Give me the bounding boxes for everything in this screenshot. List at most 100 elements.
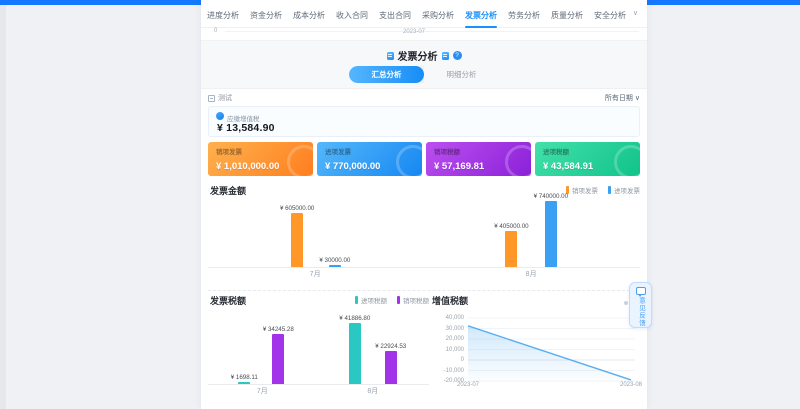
category-label: 7月 [310, 268, 321, 280]
vat-payable-value: ¥ 13,584.90 [217, 122, 275, 134]
bar-rect[interactable] [349, 323, 361, 385]
x-tick-label-2023-07: 2023-07 [453, 382, 483, 388]
y-tick-label: -10,000 [444, 368, 464, 374]
stat-card-2[interactable]: 进项发票 ¥ 770,000.00 [317, 142, 422, 176]
nav-tab-1[interactable]: 进度分析 [207, 10, 239, 21]
bar-rect[interactable] [545, 201, 557, 268]
invoice-tax-legend: 进项税额 销项税额 [355, 295, 429, 305]
bar-销项税额-7月: ¥ 34245.28 [263, 326, 294, 385]
bar-group-7月: ¥ 1698.11 ¥ 34245.28 7月 [231, 326, 294, 397]
bars-8月: ¥ 405000.00 ¥ 740000.00 [494, 193, 568, 268]
vat-amount-chart: 40,00030,00020,00010,0000-10,000-20,000 … [432, 310, 642, 392]
y-tick-label: 10,000 [446, 347, 464, 353]
previous-chart-fragment: 0 2023-07 [201, 28, 647, 41]
stat-card-1[interactable]: 销项发票 ¥ 1,010,000.00 [208, 142, 313, 176]
content-panel: 进度分析资金分析成本分析收入合同支出合同采购分析发票分析劳务分析质量分析安全分析… [201, 0, 647, 409]
bars-8月: ¥ 41886.80 ¥ 22924.53 [339, 315, 406, 385]
category-label: 7月 [257, 385, 268, 397]
bar-value-label: ¥ 34245.28 [263, 326, 294, 333]
fragment-x-tick: 2023-07 [397, 29, 431, 35]
date-filter-label: 所有日期 [605, 93, 633, 103]
nav-tab-8[interactable]: 劳务分析 [508, 10, 540, 21]
bar-进项税额-8月: ¥ 41886.80 [339, 315, 370, 385]
stat-card-3[interactable]: 销项税额 ¥ 57,169.81 [426, 142, 531, 176]
help-icon[interactable]: ? [453, 51, 462, 60]
toggle-option-1[interactable]: 汇总分析 [349, 66, 424, 83]
left-edge-strip [0, 5, 6, 409]
nav-tab-2[interactable]: 资金分析 [250, 10, 282, 21]
fragment-y-tick: 0 [214, 28, 217, 34]
nav-tab-9[interactable]: 质量分析 [551, 10, 583, 21]
vat-line-svg [466, 310, 640, 392]
invoice-amount-chart: ¥ 605000.00 ¥ 30000.00 7月 ¥ 405000.00 ¥ 7400… [208, 190, 640, 280]
bar-value-label: ¥ 30000.00 [319, 257, 350, 264]
bar-value-label: ¥ 405000.00 [494, 223, 528, 230]
bar-rect[interactable] [238, 382, 250, 385]
bar-value-label: ¥ 740000.00 [534, 193, 568, 200]
x-tick-label-2023-08: 2023-08 [616, 382, 646, 388]
nav-tab-7[interactable]: 发票分析 [465, 10, 497, 21]
bar-rect[interactable] [291, 213, 303, 268]
nav-tab-6[interactable]: 采购分析 [422, 10, 454, 21]
bars-7月: ¥ 605000.00 ¥ 30000.00 [280, 205, 350, 268]
bar-rect[interactable] [329, 265, 341, 268]
bar-rect[interactable] [272, 334, 284, 385]
nav-tab-4[interactable]: 收入合同 [336, 10, 368, 21]
bar-group-7月: ¥ 605000.00 ¥ 30000.00 7月 [280, 205, 350, 280]
bar-rect[interactable] [385, 351, 397, 385]
stat-card-label: 进项税额 [543, 146, 569, 156]
stat-card-label: 进项发票 [325, 146, 351, 156]
bar-rect[interactable] [505, 231, 517, 268]
bar-group-8月: ¥ 405000.00 ¥ 740000.00 8月 [494, 193, 568, 280]
stat-card-label: 销项税额 [434, 146, 460, 156]
stat-card-value: ¥ 57,169.81 [434, 161, 484, 172]
stat-cards-row: 销项发票 ¥ 1,010,000.00 进项发票 ¥ 770,000.00 销项税额 ¥ … [208, 142, 640, 176]
project-selector[interactable]: 测试 [208, 93, 232, 103]
legend-item-销项税额[interactable]: 销项税额 [397, 295, 429, 305]
bar-进项发票-7月: ¥ 30000.00 [319, 257, 350, 268]
legend-label: 销项税额 [403, 295, 429, 305]
nav-tab-5[interactable]: 支出合同 [379, 10, 411, 21]
stat-card-value: ¥ 770,000.00 [325, 161, 380, 172]
bar-value-label: ¥ 22924.53 [375, 343, 406, 350]
page-title-row: 发票分析 ? [201, 48, 647, 63]
chevron-down-icon: ∨ [635, 94, 640, 102]
bar-进项税额-7月: ¥ 1698.11 [231, 374, 258, 385]
nav-collapse-icon[interactable]: ∨ [633, 9, 638, 17]
stat-card-4[interactable]: 进项税额¥ 43,584.91 [535, 142, 640, 176]
nav-tab-10[interactable]: 安全分析 [594, 10, 626, 21]
feedback-label: 意见反馈 [636, 297, 646, 327]
y-tick-label: 40,000 [446, 315, 464, 321]
feedback-chat-icon [636, 287, 646, 295]
vat-dot-icon [216, 112, 224, 120]
bar-group-8月: ¥ 41886.80 ¥ 22924.53 8月 [339, 315, 406, 397]
invoice-decor-icon-left [387, 52, 394, 60]
bar-销项发票-7月: ¥ 605000.00 [280, 205, 314, 268]
project-label: 测试 [218, 93, 232, 103]
invoice-tax-title: 发票税额 [210, 294, 246, 307]
category-label: 8月 [367, 385, 378, 397]
y-tick-label: 20,000 [446, 336, 464, 342]
page-title: 发票分析 [398, 48, 438, 63]
feedback-widget[interactable]: 意见反馈 [629, 282, 652, 328]
legend-swatch [397, 296, 400, 304]
stat-card-label: 销项发票 [216, 146, 242, 156]
vat-payable-card: 应缴增值税 ¥ 13,584.90 [208, 106, 640, 137]
stat-card-value: ¥ 1,010,000.00 [216, 161, 279, 172]
fragment-gridline [225, 31, 639, 32]
legend-label: 进项税额 [361, 295, 387, 305]
bar-销项税额-8月: ¥ 22924.53 [375, 343, 406, 385]
invoice-decor-icon-right [442, 52, 449, 60]
project-icon [208, 95, 215, 102]
invoice-analysis-page: 进度分析资金分析成本分析收入合同支出合同采购分析发票分析劳务分析质量分析安全分析… [0, 0, 800, 409]
vat-amount-title: 增值税额 [432, 294, 468, 307]
bar-value-label: ¥ 605000.00 [280, 205, 314, 212]
legend-item-进项税额[interactable]: 进项税额 [355, 295, 387, 305]
toggle-option-2[interactable]: 明细分析 [424, 66, 499, 83]
date-filter[interactable]: 所有日期 ∨ [605, 93, 640, 103]
category-label: 8月 [526, 268, 537, 280]
legend-swatch [355, 296, 358, 304]
nav-tab-3[interactable]: 成本分析 [293, 10, 325, 21]
invoice-tax-chart: ¥ 1698.11 ¥ 34245.28 7月 ¥ 41886.80 ¥ 22924.5… [208, 309, 429, 397]
y-tick-label: 0 [461, 357, 464, 363]
